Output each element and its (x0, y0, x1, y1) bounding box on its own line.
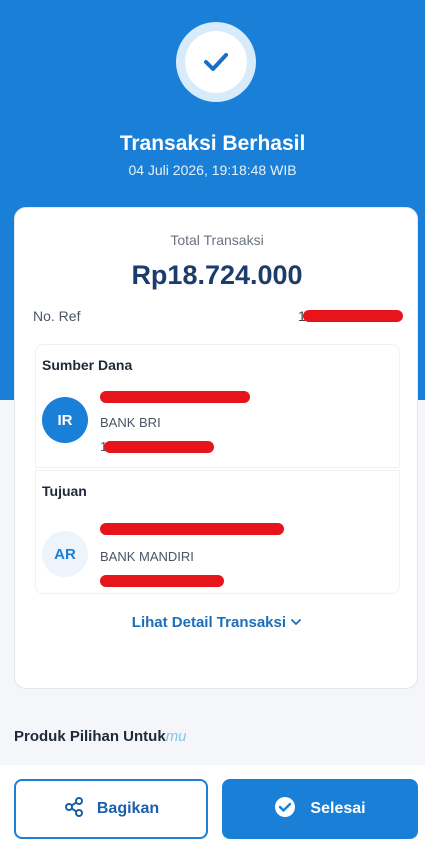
success-badge (176, 22, 256, 102)
check-circle-icon (274, 796, 296, 823)
promo-title-suffix: mu (165, 728, 187, 745)
transaction-card: Total Transaksi Rp18.724.000 No. Ref 1 S… (14, 207, 418, 689)
redaction-mark (104, 441, 214, 453)
share-button[interactable]: Bagikan (14, 779, 208, 839)
redaction-mark (303, 310, 403, 322)
check-circle-icon (185, 31, 247, 93)
redaction-mark (100, 575, 224, 587)
share-icon (63, 796, 85, 823)
redaction-mark (100, 523, 284, 535)
transaction-datetime: 04 Juli 2026, 19:18:48 WIB (128, 162, 297, 178)
ref-label: No. Ref (33, 308, 81, 324)
done-label: Selesai (310, 800, 366, 817)
action-bar: Bagikan Selesai (0, 765, 425, 856)
chevron-down-icon (290, 614, 302, 631)
promo-heading: Produk Pilihan Untukmu (14, 728, 187, 745)
redaction-mark (100, 391, 250, 403)
page-title: Transaksi Berhasil (119, 132, 306, 155)
share-label: Bagikan (96, 800, 160, 817)
avatar: AR (42, 531, 88, 577)
avatar: IR (42, 397, 88, 443)
source-bank: BANK BRI (100, 415, 161, 430)
destination-bank: BANK MANDIRI (100, 549, 194, 564)
source-fund-section: Sumber Dana IR BANK BRI 1 (35, 344, 400, 468)
promo-title: Produk Pilihan Untuk (14, 728, 166, 745)
view-detail-label: Lihat Detail Transaksi (131, 614, 287, 631)
source-heading: Sumber Dana (42, 357, 133, 373)
total-label: Total Transaksi (170, 232, 264, 248)
total-amount: Rp18.724.000 (131, 260, 303, 290)
done-button[interactable]: Selesai (222, 779, 418, 839)
destination-heading: Tujuan (42, 483, 87, 499)
destination-section: Tujuan AR BANK MANDIRI (35, 470, 400, 594)
view-detail-link[interactable]: Lihat Detail Transaksi (15, 614, 419, 631)
